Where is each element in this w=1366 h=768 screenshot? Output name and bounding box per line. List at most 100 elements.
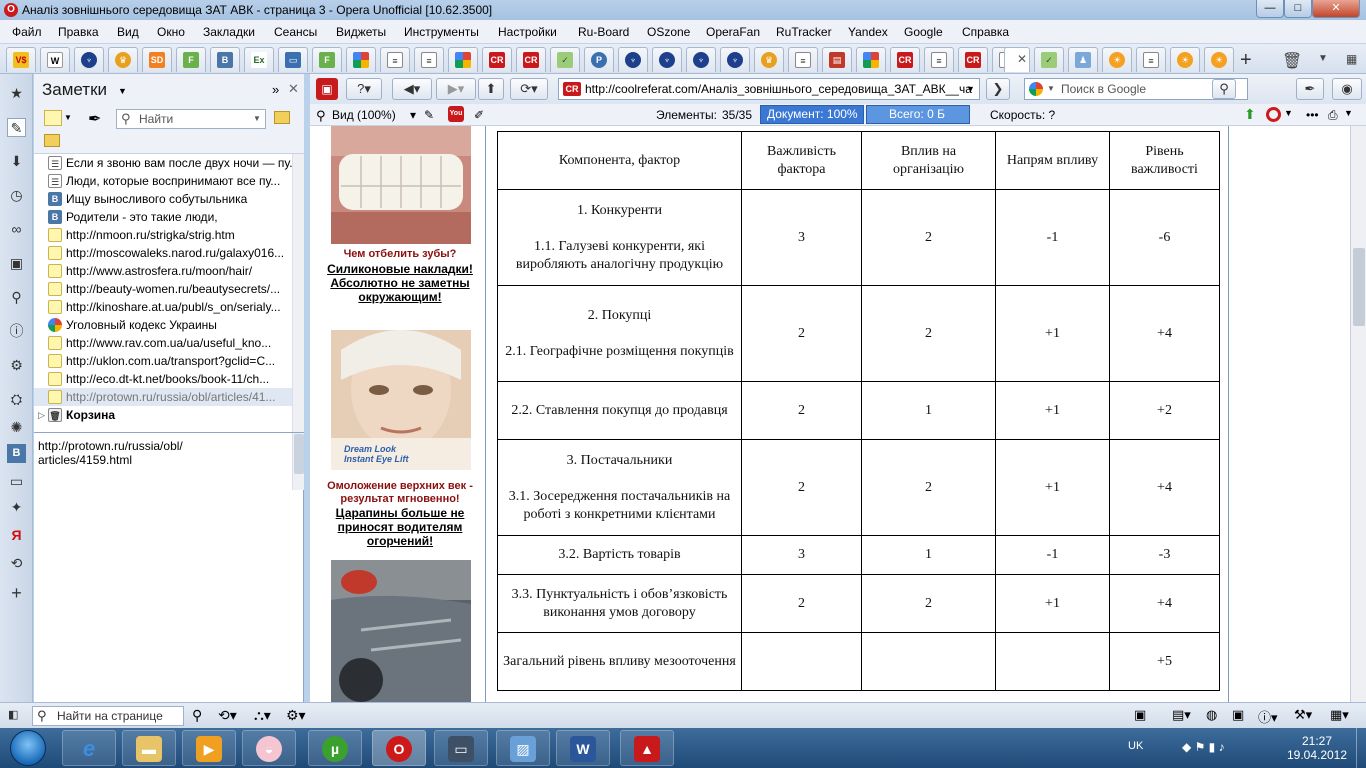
star-panel-icon[interactable]: ✦ <box>7 498 26 517</box>
wrench-icon[interactable]: ✐ <box>474 108 484 122</box>
help-button[interactable]: ?▾ <box>346 78 382 100</box>
view-zoom[interactable]: Вид (100%) <box>332 108 396 122</box>
chevron-down-icon[interactable]: ▼ <box>1047 79 1055 99</box>
tab[interactable]: CR <box>890 47 920 72</box>
show-desktop-button[interactable] <box>1356 728 1366 768</box>
tab[interactable]: ✓ <box>550 47 580 72</box>
list-item[interactable]: http://nmoon.ru/strigka/strig.htm <box>34 226 292 244</box>
tab[interactable]: ≡ <box>788 47 818 72</box>
find-in-page-input[interactable]: ⚲ Найти на странице <box>32 706 184 726</box>
tab[interactable] <box>346 47 376 72</box>
menu-window[interactable]: Окно <box>157 25 185 39</box>
tab[interactable]: ☀ <box>1170 47 1200 72</box>
chevron-down-icon[interactable]: ▼ <box>1318 53 1328 64</box>
youtube-icon[interactable]: You <box>448 106 464 122</box>
list-item[interactable]: http://uklon.com.ua/transport?gclid=C... <box>34 352 292 370</box>
menu-edit[interactable]: Правка <box>58 25 99 39</box>
expand-arrow-icon[interactable]: ▷ <box>38 406 45 424</box>
address-field[interactable]: CR http://coolreferat.com/Аналіз_зовнішн… <box>558 78 980 100</box>
chevron-down-icon[interactable]: ▼ <box>966 84 975 94</box>
menu-help[interactable]: Справка <box>962 25 1009 39</box>
settings-panel-icon[interactable]: ✺ <box>7 418 26 437</box>
tab-active[interactable]: ✕ <box>1004 47 1030 72</box>
notes-search-input[interactable]: ⚲ Найти ▼ <box>116 109 266 129</box>
tab[interactable]: CR <box>958 47 988 72</box>
info-panel-icon[interactable]: ⓘ <box>7 322 26 341</box>
page-scrollbar[interactable] <box>1350 126 1366 702</box>
chevron-down-icon[interactable]: ▼ <box>1284 108 1293 118</box>
window-icon[interactable]: ▣ <box>1134 707 1146 723</box>
menu-oszone[interactable]: OSzone <box>647 25 690 39</box>
close-button[interactable]: ✕ <box>1312 0 1360 18</box>
list-item[interactable]: http://beauty-women.ru/beautysecrets/... <box>34 280 292 298</box>
menu-view[interactable]: Вид <box>117 25 139 39</box>
tab[interactable]: ≡ <box>1136 47 1166 72</box>
tab[interactable]: ☀ <box>1102 47 1132 72</box>
chevron-down-icon[interactable]: ▼ <box>64 113 72 122</box>
links-panel-icon[interactable]: ∞ <box>7 220 26 239</box>
taskbar-word[interactable]: W <box>556 730 610 766</box>
tab[interactable] <box>856 47 886 72</box>
folder-icon[interactable] <box>274 111 290 124</box>
tab[interactable]: ♟ <box>1068 47 1098 72</box>
panel-left-icon[interactable]: ◧ <box>8 708 18 721</box>
double-chevron-right-icon[interactable]: » <box>272 82 279 97</box>
tab[interactable]: B <box>210 47 240 72</box>
tab[interactable]: ♛ <box>754 47 784 72</box>
downloads-panel-icon[interactable]: ⬇ <box>7 152 26 171</box>
list-item[interactable]: http://eco.dt-kt.net/books/book-11/ch... <box>34 370 292 388</box>
ad-link[interactable]: Силиконовые накладки! Абсолютно не замет… <box>320 262 480 304</box>
menu-widgets[interactable]: Виджеты <box>336 25 386 39</box>
go-button[interactable]: ❯ <box>986 78 1010 100</box>
ad-link[interactable]: Царапины больше не приносят водителям ог… <box>320 506 480 548</box>
list-item[interactable]: B Родители - это такие люди, <box>34 208 292 226</box>
settings-icon[interactable]: ⚙▾ <box>286 707 306 724</box>
menu-yandex[interactable]: Yandex <box>848 25 888 39</box>
tab[interactable]: SD <box>142 47 172 72</box>
list-item[interactable]: ☰ Люди, которые воспринимают все пу... <box>34 172 292 190</box>
upload-arrow-icon[interactable]: ⬆ <box>1244 106 1256 123</box>
car-ad-image[interactable] <box>331 560 471 702</box>
close-tab-icon[interactable]: ✕ <box>1017 52 1027 66</box>
opera-menu-icon[interactable] <box>1266 107 1281 122</box>
tab[interactable]: ▭ <box>278 47 308 72</box>
trash-can-icon[interactable]: 🗑 <box>1282 51 1302 71</box>
list-item[interactable]: http://www.rav.com.ua/ua/useful_kno... <box>34 334 292 352</box>
tab[interactable]: ♆ <box>618 47 648 72</box>
chevron-down-icon[interactable]: ▼ <box>118 86 127 96</box>
sync-icon[interactable]: ⟲▾ <box>218 707 237 724</box>
eye-icon[interactable]: ◉ <box>1332 78 1362 100</box>
close-icon[interactable]: ✕ <box>288 81 299 97</box>
tab[interactable]: CR <box>482 47 512 72</box>
bookmarks-panel-icon[interactable]: ★ <box>7 84 26 103</box>
scrollbar-thumb[interactable] <box>1353 248 1365 326</box>
tab[interactable]: F <box>312 47 342 72</box>
taskbar-opera[interactable]: O <box>372 730 426 766</box>
menu-rutracker[interactable]: RuTracker <box>776 25 832 39</box>
view-icon[interactable]: ▦▾ <box>1330 707 1349 723</box>
tab[interactable]: ♆ <box>720 47 750 72</box>
tab[interactable]: ♆ <box>686 47 716 72</box>
search-icon[interactable]: ⚲ <box>7 288 26 307</box>
media-icon[interactable]: ▣ <box>1232 707 1244 723</box>
tab[interactable]: ✓ <box>1034 47 1064 72</box>
tray-icons[interactable]: ◆ ⚑ ▮ ♪ <box>1182 740 1225 754</box>
more-icon[interactable]: ••• <box>1306 108 1319 122</box>
system-clock[interactable]: 21:27 19.04.2012 <box>1282 734 1352 762</box>
new-tab-icon[interactable]: + <box>1240 49 1252 72</box>
tab[interactable]: W <box>40 47 70 72</box>
tab[interactable]: F <box>176 47 206 72</box>
notes-panel-icon[interactable]: ✎ <box>7 118 26 137</box>
zoom-icon[interactable]: ⚲ <box>316 108 326 124</box>
bookmark-icon[interactable]: ✎ <box>424 108 434 122</box>
tab[interactable]: ♆ <box>652 47 682 72</box>
history-panel-icon[interactable]: ◷ <box>7 186 26 205</box>
widgets-panel-icon[interactable]: ⚙ <box>7 356 26 375</box>
list-item[interactable]: ☰ Если я звоню вам после двух ночи — пу..… <box>34 154 292 172</box>
taskbar-explorer[interactable]: ▬ <box>122 730 176 766</box>
tab[interactable]: V$ <box>6 47 36 72</box>
vk-panel-icon[interactable]: B <box>7 444 26 463</box>
taskbar-photos[interactable]: ▨ <box>496 730 550 766</box>
grid-icon[interactable]: ▦ <box>1346 52 1357 66</box>
pen-icon[interactable]: ✒ <box>88 109 101 129</box>
